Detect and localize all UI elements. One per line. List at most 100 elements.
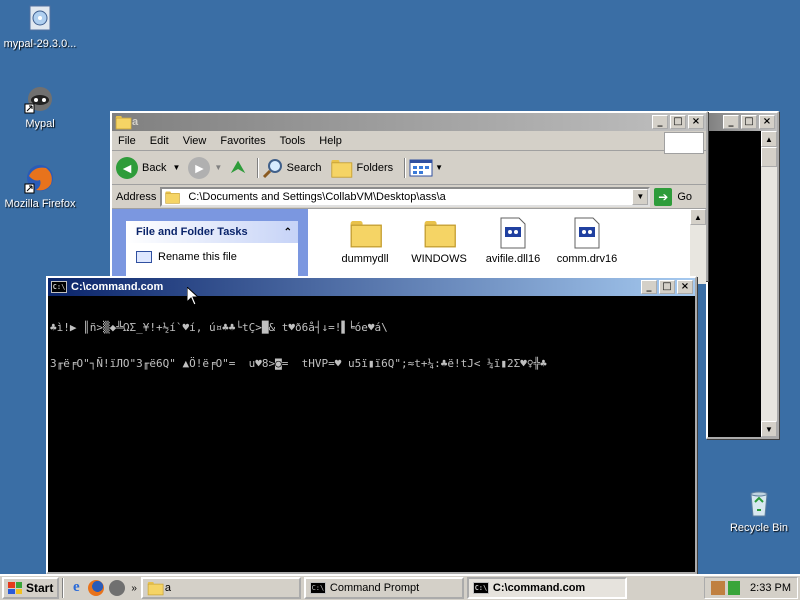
go-label: Go	[677, 190, 692, 203]
title-bar[interactable]: _ □ ×	[708, 113, 777, 131]
toolbar: ◄ Back ▼ ► ▼ ⮝ Search Folders ▼	[112, 151, 706, 185]
close-button[interactable]: ×	[677, 280, 693, 294]
task-command-prompt[interactable]: C:\ Command Prompt	[303, 577, 464, 599]
command-prompt-window[interactable]: _ □ × ▲ ▼	[706, 111, 779, 439]
file-item[interactable]: WINDOWS	[402, 217, 476, 284]
tasks-header[interactable]: File and Folder Tasks ⌃	[126, 221, 298, 243]
address-label: Address	[116, 190, 157, 203]
vertical-scrollbar[interactable]: ▲	[690, 209, 706, 284]
explorer-window[interactable]: a _ □ × File Edit View Favorites Tools H…	[110, 111, 708, 284]
close-button[interactable]: ×	[688, 115, 704, 129]
ie-icon[interactable]: e	[67, 579, 85, 597]
back-button[interactable]: ◄ Back ▼	[116, 156, 180, 179]
maximize-button[interactable]: □	[741, 115, 757, 129]
command-com-window[interactable]: C:\ C:\command.com _ □ × ♣ì!▶ ║ñ>▒◆╩ΩΣ_¥…	[46, 276, 697, 574]
mypal-icon	[24, 82, 56, 114]
file-item[interactable]: avifile.dll16	[476, 217, 550, 284]
maximize-button[interactable]: □	[670, 115, 686, 129]
mouse-cursor-icon	[187, 287, 199, 306]
collapse-icon[interactable]: ⌃	[284, 227, 292, 238]
title-bar[interactable]: a _ □ ×	[112, 113, 706, 131]
address-field[interactable]: C:\Documents and Settings\CollabVM\Deskt…	[160, 186, 651, 207]
taskbar: Start e » a C:\ Command Prompt C:\ C:\co…	[0, 574, 800, 600]
back-label: Back	[142, 161, 167, 174]
tasks-title: File and Folder Tasks	[136, 226, 248, 238]
toolbar-separator	[256, 157, 259, 178]
console-icon: C:\	[472, 582, 489, 594]
tasks-panel: File and Folder Tasks ⌃ Rename this file	[126, 221, 298, 281]
file-list: dummydll WINDOWS avifile.dll16 comm.drv1…	[308, 209, 706, 284]
minimize-button[interactable]: _	[641, 280, 657, 294]
file-label: avifile.dll16	[485, 253, 541, 265]
file-item[interactable]: dummydll	[328, 217, 402, 284]
start-button[interactable]: Start	[2, 577, 60, 599]
vertical-scrollbar[interactable]: ▲ ▼	[761, 131, 777, 437]
console-icon: C:\	[51, 281, 67, 293]
chevron-down-icon[interactable]: ▼	[172, 163, 180, 172]
menu-help[interactable]: Help	[319, 135, 342, 147]
desktop-icon-mypal[interactable]: Mypal	[0, 82, 80, 130]
menu-view[interactable]: View	[183, 135, 207, 147]
minimize-button[interactable]: _	[723, 115, 739, 129]
menu-edit[interactable]: Edit	[150, 135, 169, 147]
title-bar[interactable]: C:\ C:\command.com _ □ ×	[48, 278, 695, 296]
tray-icon-network[interactable]	[711, 581, 726, 595]
address-bar: Address C:\Documents and Settings\Collab…	[112, 185, 706, 209]
task-rename[interactable]: Rename this file	[126, 243, 298, 263]
quick-launch: e »	[67, 579, 141, 597]
desktop-icon-recycle-bin[interactable]: Recycle Bin	[719, 486, 799, 534]
close-button[interactable]: ×	[759, 115, 775, 129]
scroll-thumb[interactable]	[761, 147, 777, 167]
start-label: Start	[26, 581, 54, 595]
menu-favorites[interactable]: Favorites	[220, 135, 265, 147]
desktop-icon-label: Mypal	[25, 118, 55, 130]
folders-label: Folders	[356, 161, 394, 174]
folders-icon	[331, 159, 353, 178]
search-button[interactable]: Search	[262, 157, 321, 179]
scroll-up-button[interactable]: ▲	[761, 131, 777, 147]
forward-button[interactable]: ► ▼	[188, 156, 222, 179]
scroll-up-button[interactable]: ▲	[690, 209, 706, 225]
windows-logo-icon	[8, 582, 22, 594]
dll-file-icon	[476, 217, 550, 249]
chevron-down-icon[interactable]: ▼	[435, 163, 443, 172]
menu-file[interactable]: File	[118, 135, 136, 147]
task-explorer[interactable]: a	[140, 577, 301, 599]
chevron-right-icon[interactable]: »	[131, 583, 137, 594]
task-label: C:\command.com	[492, 582, 586, 594]
task-label: Rename this file	[158, 251, 237, 263]
firefox-icon[interactable]	[88, 580, 105, 596]
forward-arrow-icon: ►	[188, 156, 211, 179]
desktop-icon-firefox[interactable]: Mozilla Firefox	[0, 162, 80, 210]
folder-icon	[115, 116, 132, 130]
go-button[interactable]: ➔ Go	[654, 187, 702, 206]
desktop-icon-mypal-installer[interactable]: mypal-29.3.0...	[0, 2, 80, 50]
folders-button[interactable]: Folders	[329, 158, 393, 178]
menu-tools[interactable]: Tools	[280, 135, 306, 147]
folder-icon	[328, 217, 402, 249]
task-command-com[interactable]: C:\ C:\command.com	[466, 577, 627, 599]
drv-file-icon	[550, 217, 624, 249]
up-folder-button[interactable]: ⮝	[230, 157, 245, 178]
window-title: C:\command.com	[71, 281, 164, 293]
minimize-button[interactable]: _	[652, 115, 668, 129]
clock[interactable]: 2:33 PM	[750, 582, 791, 594]
tray-icon-volume[interactable]	[728, 581, 741, 595]
file-item[interactable]: comm.drv16	[550, 217, 624, 284]
task-label: Command Prompt	[329, 582, 420, 594]
mypal-icon[interactable]	[109, 580, 126, 596]
console-area	[708, 131, 761, 437]
address-value: C:\Documents and Settings\CollabVM\Deskt…	[188, 190, 446, 203]
up-folder-icon: ⮝	[230, 157, 246, 177]
recycle-bin-icon	[743, 486, 775, 518]
views-button[interactable]: ▼	[409, 158, 443, 178]
chevron-down-icon[interactable]: ▼	[214, 163, 222, 172]
maximize-button[interactable]: □	[659, 280, 675, 294]
folder-icon	[147, 582, 164, 596]
tasks-pane: File and Folder Tasks ⌃ Rename this file	[112, 209, 308, 284]
console-output[interactable]: ♣ì!▶ ║ñ>▒◆╩ΩΣ_¥!+½í`♥í, ú¤♣♣└tÇ>█& t♥ð6å…	[48, 296, 695, 572]
back-arrow-icon: ◄	[116, 156, 138, 179]
taskbar-separator	[62, 578, 65, 598]
scroll-down-button[interactable]: ▼	[761, 421, 777, 437]
address-dropdown-button[interactable]: ▼	[632, 188, 649, 205]
